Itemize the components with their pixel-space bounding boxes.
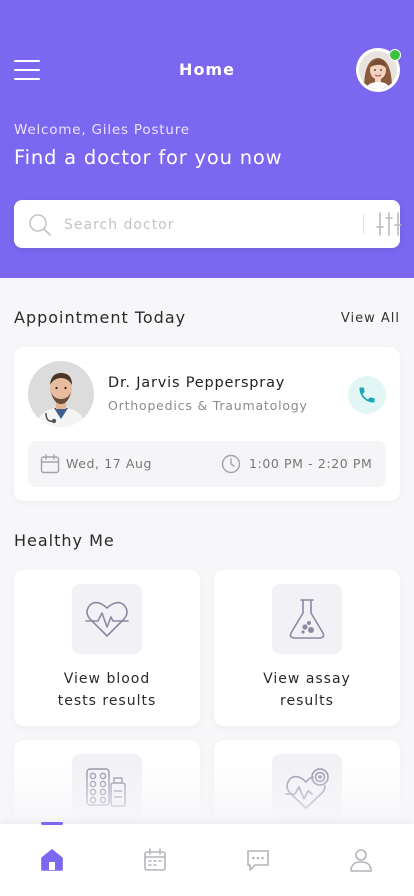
blood-tests-label: View blood tests results: [57, 671, 157, 709]
welcome-text: Welcome, Giles Posture: [14, 122, 190, 138]
nav-chat[interactable]: [206, 824, 309, 896]
header-banner: Home Welcome, Giles Posture Find a docto…: [0, 0, 414, 278]
nav-calendar[interactable]: [103, 824, 206, 896]
chat-icon: [247, 850, 269, 871]
phone-icon: [359, 387, 375, 403]
icon-container: [272, 584, 342, 654]
call-button[interactable]: [348, 376, 386, 414]
clock-icon: [221, 454, 241, 474]
calendar-icon: [40, 454, 60, 474]
healthy-me-section-title: Healthy Me: [14, 531, 115, 550]
active-tab-indicator: [41, 822, 63, 825]
sliders-filter-icon[interactable]: [376, 212, 402, 236]
heart-pulse-icon: [85, 601, 129, 637]
appointment-card[interactable]: Dr. Jarvis Pepperspray Orthopedics & Tra…: [14, 347, 400, 501]
doctor-name: Dr. Jarvis Pepperspray: [108, 375, 286, 391]
lab-flask-icon: [289, 599, 325, 639]
assay-results-label: View assay results: [263, 671, 351, 709]
headline: Find a doctor for you now: [14, 146, 283, 169]
doctor-specialty: Orthopedics & Traumatology: [108, 398, 308, 413]
nav-home[interactable]: [0, 824, 103, 896]
home-icon: [41, 849, 63, 871]
bottom-nav: [0, 824, 414, 896]
icon-container: [72, 584, 142, 654]
doctor-photo: [28, 361, 94, 427]
search-divider: [363, 214, 364, 234]
page-title: Home: [179, 60, 235, 79]
blood-tests-tile[interactable]: View blood tests results: [14, 570, 200, 726]
assay-results-tile[interactable]: View assay results: [214, 570, 400, 726]
search-bar: [14, 200, 402, 248]
appointment-date: Wed, 17 Aug: [66, 456, 153, 471]
profile-icon: [350, 849, 372, 872]
search-input[interactable]: [62, 210, 336, 240]
scroll-fade: [0, 760, 414, 824]
appointment-section-title: Appointment Today: [14, 308, 187, 327]
nav-profile[interactable]: [309, 824, 412, 896]
calendar-icon: [144, 848, 166, 871]
view-all-link[interactable]: View All: [341, 311, 400, 326]
search-icon: [29, 214, 51, 236]
online-status-dot: [389, 49, 401, 61]
user-avatar[interactable]: [356, 48, 401, 92]
appointment-time: 1:00 PM - 2:20 PM: [249, 456, 373, 471]
appointment-details: Wed, 17 Aug 1:00 PM - 2:20 PM: [28, 441, 386, 487]
